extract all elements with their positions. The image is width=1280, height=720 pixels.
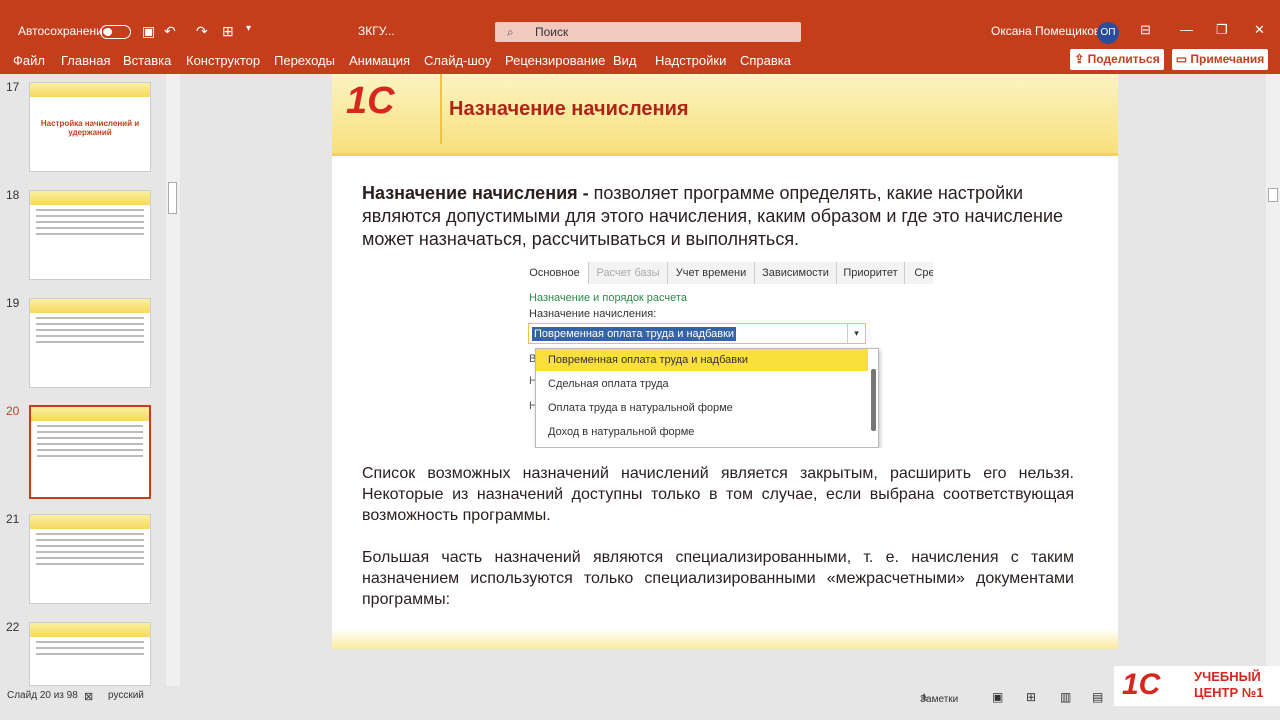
share-label: Поделиться [1087, 52, 1160, 66]
slide-canvas[interactable]: 1С Назначение начисления Назначение начи… [332, 74, 1118, 649]
purpose-select[interactable]: Повременная оплата труда и надбавки ▾ [528, 323, 866, 344]
slide-thumbnail-22[interactable] [29, 622, 151, 686]
watermark-line1: УЧЕБНЫЙ [1194, 669, 1261, 684]
customize-icon[interactable]: ▾ [246, 23, 251, 34]
menu-review[interactable]: Рецензирование [505, 53, 605, 68]
menu-slideshow[interactable]: Слайд-шоу [424, 53, 491, 68]
menu-transitions[interactable]: Переходы [274, 53, 335, 68]
autosave-label: Автосохранение [18, 24, 110, 38]
thumb-number: 21 [6, 512, 20, 526]
spellcheck-icon[interactable]: ⊠ [84, 690, 93, 703]
slide-scrollbar[interactable] [1266, 74, 1280, 686]
dropdown-option[interactable]: Сдельная оплата труда [536, 373, 868, 395]
intro-term: Назначение начисления - [362, 183, 589, 203]
slide-counter: Слайд 20 из 98 [7, 690, 78, 701]
comments-button[interactable]: ▭ Примечания [1172, 49, 1268, 70]
share-button[interactable]: ⇪ Поделиться [1070, 49, 1164, 70]
chevron-down-icon[interactable]: ▾ [847, 324, 865, 343]
brand-watermark: 1С УЧЕБНЫЙ ЦЕНТР №1 [1114, 666, 1280, 706]
menu-addins[interactable]: Надстройки [655, 53, 726, 68]
restore-icon[interactable]: ❐ [1216, 22, 1228, 38]
present-icon[interactable]: ⊞ [222, 23, 234, 40]
avatar[interactable]: ОП [1097, 22, 1119, 44]
search-icon: ⌕ [507, 25, 514, 39]
slide-title: Назначение начисления [449, 98, 689, 120]
minimize-icon[interactable]: — [1180, 22, 1193, 37]
slideshow-view-icon[interactable]: ▤ [1092, 690, 1103, 704]
slide-thumbnail-20[interactable] [29, 405, 151, 499]
selected-value: Повременная оплата труда и надбавки [532, 327, 737, 341]
status-bar: Слайд 20 из 98 ⊠ русский ≜ Заметки ▣ ⊞ ▥… [0, 686, 1280, 720]
save-icon[interactable]: ▣ [142, 23, 155, 40]
slide-thumbnail-21[interactable] [29, 514, 151, 604]
language-label[interactable]: русский [108, 690, 144, 701]
comments-label: Примечания [1190, 52, 1265, 66]
menu-help[interactable]: Справка [740, 53, 791, 68]
search-placeholder: Поиск [535, 25, 569, 39]
close-icon[interactable]: ✕ [1254, 22, 1265, 38]
slide-thumbnail-17[interactable]: Настройка начислений и удержаний [29, 82, 151, 172]
field-label: Назначение начисления: [529, 308, 657, 320]
thumb-number: 17 [6, 80, 20, 94]
slide-footer [332, 629, 1118, 649]
slide-header: 1С Назначение начисления [332, 74, 1118, 156]
dropdown-scrollbar[interactable] [871, 369, 876, 431]
1c-logo: 1С [346, 80, 395, 122]
ribbon-display-icon[interactable]: ⊟ [1140, 22, 1151, 38]
menu-insert[interactable]: Вставка [123, 53, 171, 68]
sorter-view-icon[interactable]: ⊞ [1026, 690, 1036, 704]
thumb-number: 20 [6, 404, 20, 418]
document-title[interactable]: ЗКГУ... [358, 24, 395, 38]
menu-home[interactable]: Главная [61, 53, 110, 68]
undo-icon[interactable]: ↶ [164, 23, 176, 40]
tab-dependencies[interactable]: Зависимости [755, 262, 837, 284]
thumb-number: 18 [6, 188, 20, 202]
intro-text: Назначение начисления - позволяет програ… [362, 182, 1082, 251]
search-input[interactable]: ⌕ Поиск [495, 22, 801, 42]
thumb-number: 22 [6, 620, 20, 634]
dropdown-option[interactable]: Доход в натуральной форме [536, 421, 868, 443]
comment-icon: ▭ [1175, 52, 1191, 66]
notes-label: Заметки [920, 694, 959, 705]
watermark-line2: ЦЕНТР №1 [1194, 685, 1264, 700]
dropdown-option[interactable]: Оплата труда в натуральной форме [536, 397, 868, 419]
autosave-toggle[interactable] [100, 25, 131, 39]
form-tabs: Основное Расчет базы Учет времени Зависи… [521, 262, 933, 284]
reading-view-icon[interactable]: ▥ [1060, 690, 1071, 704]
title-bar: Автосохранение ▣ ↶ ↷ ⊞ ▾ ЗКГУ... ⌕ Поиск… [0, 0, 1280, 47]
user-name: Оксана Помещикова [991, 24, 1107, 38]
menu-design[interactable]: Конструктор [186, 53, 260, 68]
purpose-dropdown: Повременная оплата труда и надбавки Сдел… [535, 348, 879, 448]
paragraph-closed-list: Список возможных назначений начислений я… [362, 465, 1074, 524]
share-icon: ⇪ [1074, 52, 1088, 66]
paragraph-specialized: Большая часть назначений являются специа… [362, 549, 1074, 608]
slide-thumbnail-18[interactable] [29, 190, 151, 280]
tab-base-calc[interactable]: Расчет базы [589, 262, 668, 284]
slide-thumbnail-19[interactable] [29, 298, 151, 388]
tab-time-accounting[interactable]: Учет времени [668, 262, 755, 284]
menu-file[interactable]: Файл [13, 53, 45, 68]
thumb-title: Настройка начислений и удержаний [40, 119, 140, 137]
tab-main[interactable]: Основное [521, 262, 589, 284]
dropdown-option[interactable]: Повременная оплата труда и надбавки [536, 349, 868, 371]
thumb-number: 19 [6, 296, 20, 310]
thumbnail-scrollbar[interactable] [166, 74, 180, 686]
tab-priority[interactable]: Приоритет [837, 262, 905, 284]
menu-view[interactable]: Вид [613, 53, 637, 68]
1c-logo: 1С [1122, 668, 1161, 701]
redo-icon[interactable]: ↷ [196, 23, 208, 40]
slide-thumbnail-pane: 17 Настройка начислений и удержаний 18 1… [0, 74, 182, 686]
menu-animations[interactable]: Анимация [349, 53, 410, 68]
group-label: Назначение и порядок расчета [529, 292, 687, 304]
normal-view-icon[interactable]: ▣ [992, 690, 1003, 704]
accrual-form-screenshot: Основное Расчет базы Учет времени Зависи… [521, 262, 933, 448]
tab-more[interactable]: Сре [905, 262, 933, 284]
